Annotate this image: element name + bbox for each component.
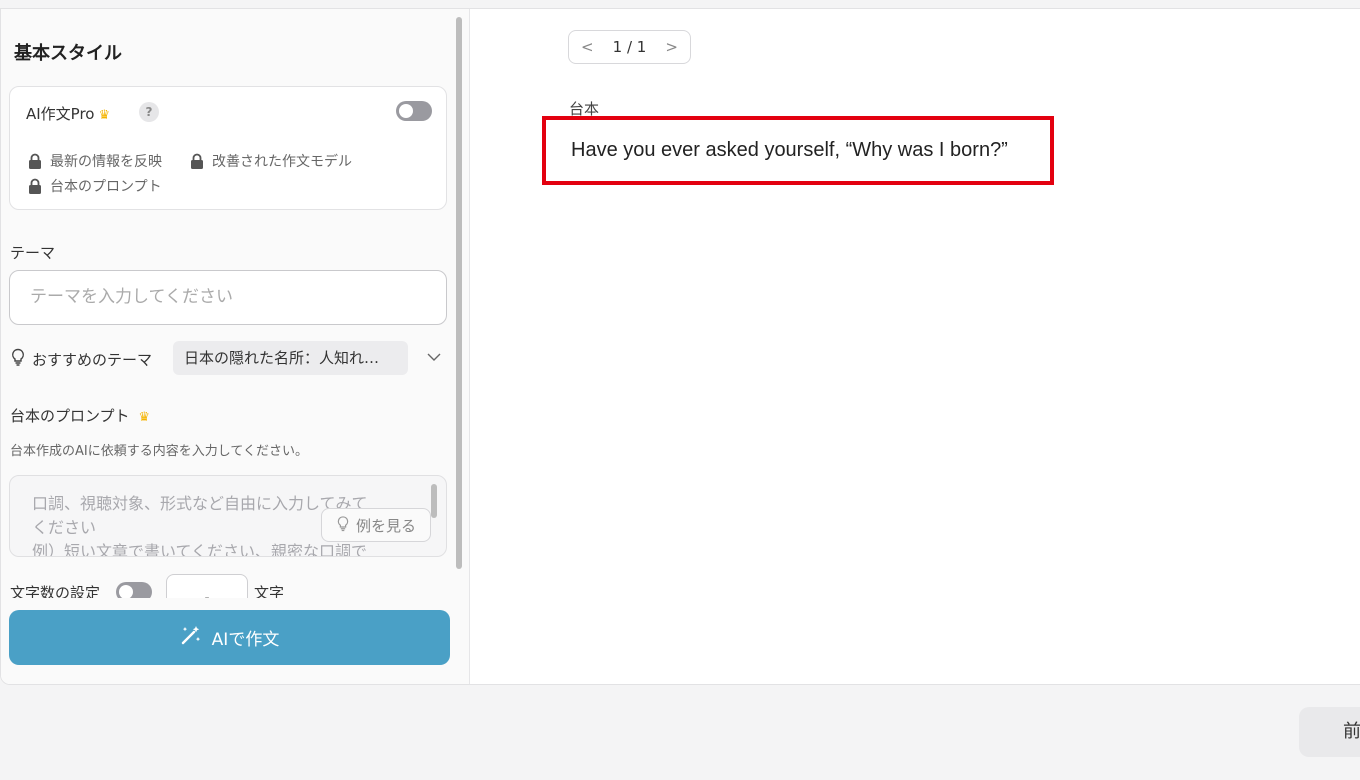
script-prompt-description: 台本作成のAIに依頼する内容を入力してください。 [10,444,308,459]
recommended-theme-select[interactable]: 日本の隠れた名所：人知れ… [173,341,408,375]
lock-icon [28,153,42,169]
lock-icon [28,178,42,194]
ai-pro-card: AI作文Pro ♛ ? 最新の情報を反映 改善された作文モデル 台本のプロンプト [9,86,447,210]
help-icon[interactable]: ? [139,102,159,122]
script-text-block[interactable]: Have you ever asked yourself, “Why was I… [542,116,1054,185]
section-title: 基本スタイル [14,43,122,64]
next-button[interactable]: 前 [1299,707,1360,757]
page-navigator: < 1 / 1 > [568,30,691,64]
placeholder-line: 例）短い文章で書いてください、親密な口調で [32,542,368,557]
feature-improved-model: 改善された作文モデル [190,151,352,171]
theme-input[interactable]: テーマを入力してください [9,270,447,325]
next-page-button[interactable]: > [665,38,678,56]
page-indicator: 1 / 1 [612,38,647,56]
magic-wand-icon [180,624,202,651]
script-prompt-title: 台本のプロンプト ♛ [10,405,150,426]
feature-script-prompt: 台本のプロンプト [28,176,162,196]
editor-frame: 基本スタイル AI作文Pro ♛ ? 最新の情報を反映 改善された作文モデル 台… [0,8,1360,685]
feature-label: 台本のプロンプト [50,179,162,195]
feature-latest-info: 最新の情報を反映 [28,151,162,171]
script-prompt-label: 台本のプロンプト [10,407,130,425]
ai-compose-label: AIで作文 [211,630,280,650]
recommended-theme-label: おすすめのテーマ [32,350,153,369]
char-count-label: 文字数の設定 [10,584,101,598]
ai-pro-label: AI作文Pro [26,105,95,123]
theme-label: テーマ [10,244,56,262]
see-example-label: 例を見る [355,516,416,535]
lock-icon [190,153,204,169]
crown-icon: ♛ [138,410,150,425]
recommended-theme-row: おすすめのテーマ [10,342,152,376]
lightbulb-icon [10,348,26,370]
see-example-button[interactable]: 例を見る [321,508,431,542]
prev-page-button[interactable]: < [581,38,594,56]
ai-pro-title: AI作文Pro ♛ [26,103,110,124]
chevron-down-icon[interactable] [426,349,442,369]
feature-label: 改善された作文モデル [212,154,352,170]
crown-icon: ♛ [98,108,111,123]
lightbulb-icon [336,515,350,536]
ai-compose-button[interactable]: AIで作文 [9,610,450,665]
textarea-scrollbar[interactable] [431,484,437,518]
ai-pro-toggle[interactable] [396,101,432,121]
char-count-row: 文字数の設定 - 文字 [10,574,450,598]
settings-panel: 基本スタイル AI作文Pro ♛ ? 最新の情報を反映 改善された作文モデル 台… [1,9,470,684]
char-count-input[interactable]: - [166,574,248,598]
char-count-toggle[interactable] [116,582,152,598]
feature-label: 最新の情報を反映 [50,154,162,170]
settings-scrollbar[interactable] [456,17,462,569]
char-count-unit: 文字 [254,584,285,598]
